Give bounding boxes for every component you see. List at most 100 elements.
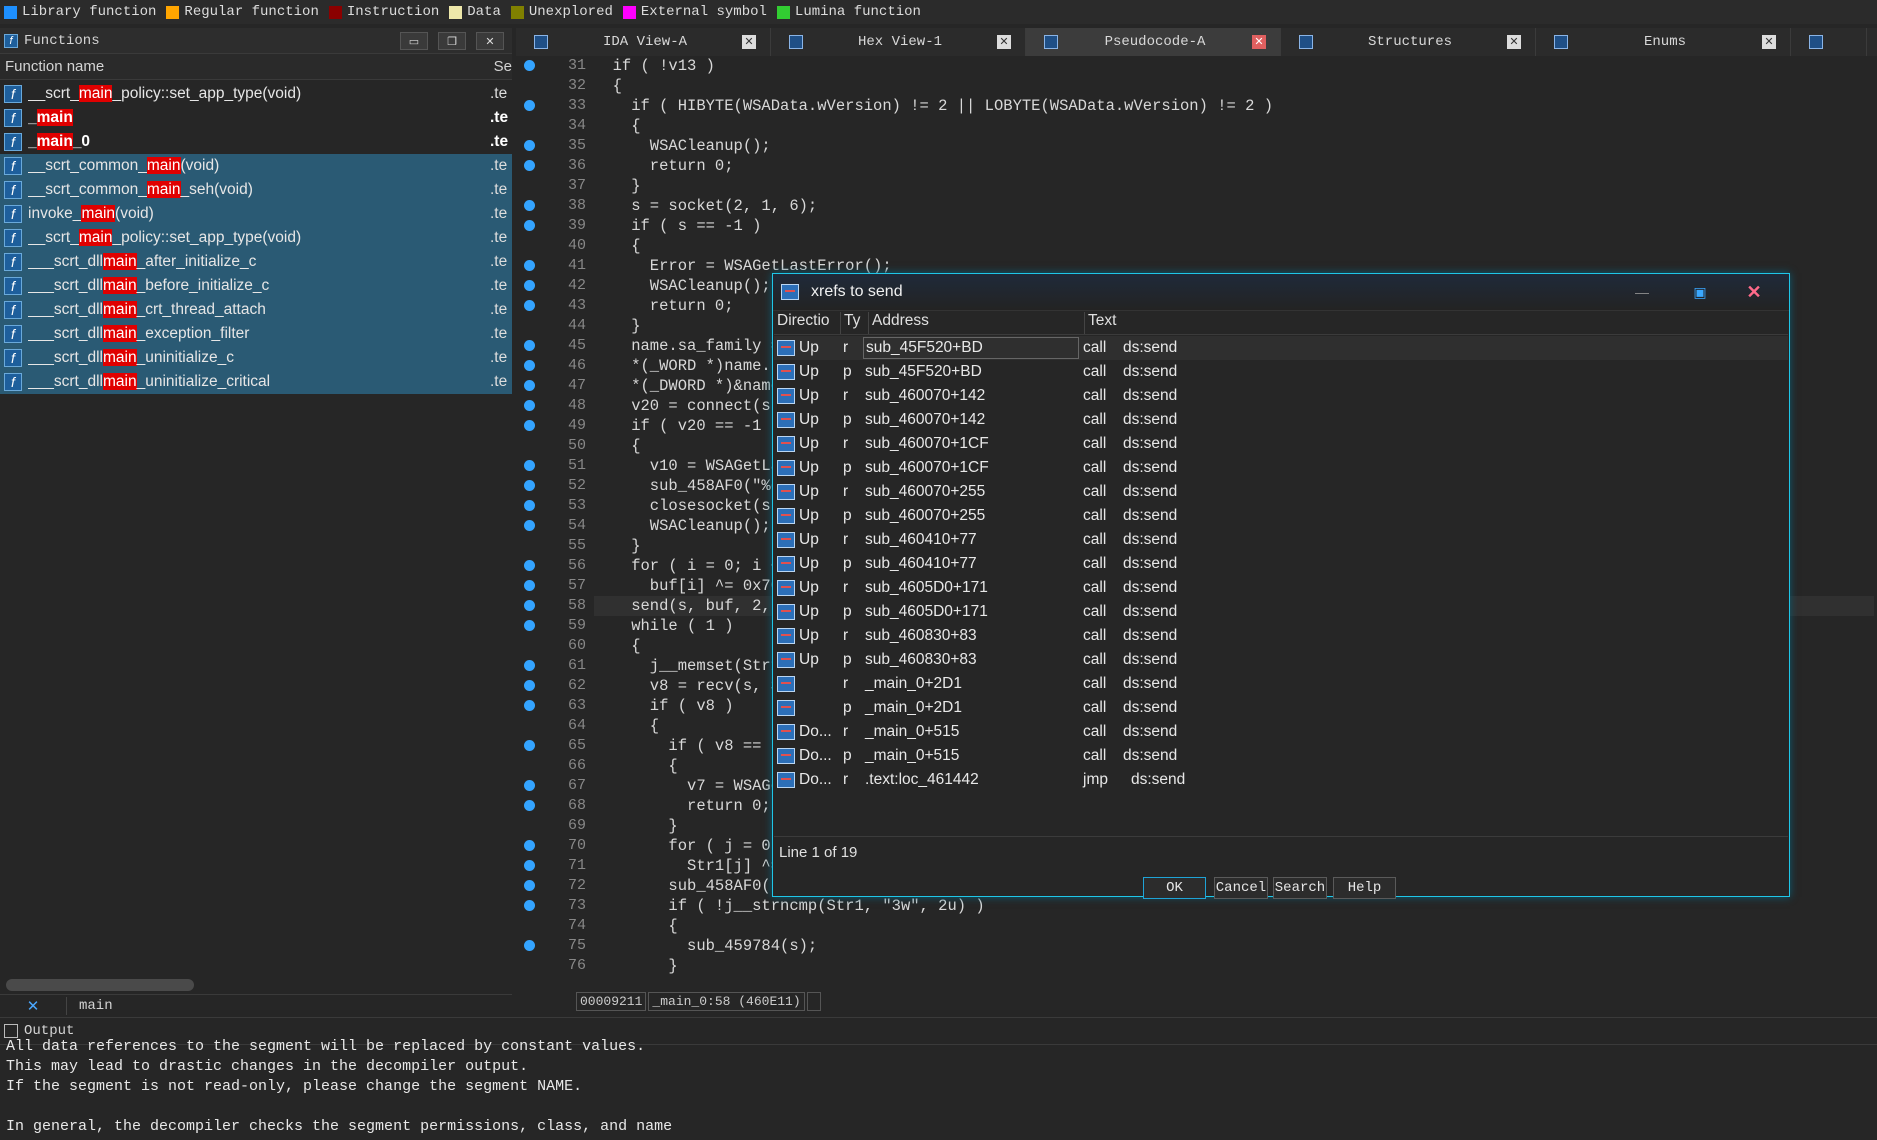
xref-row[interactable]: Up p sub_460410+77 call ds:send	[774, 552, 1788, 576]
tab-close-icon[interactable]: ✕	[1507, 35, 1521, 49]
function-row[interactable]: f _main .te	[0, 106, 512, 130]
function-row[interactable]: f invoke_main(void) .te	[0, 202, 512, 226]
column-direction[interactable]: Directio	[774, 312, 841, 334]
breakpoint-dot[interactable]	[524, 380, 535, 391]
breakpoint-dot[interactable]	[524, 460, 535, 471]
breakpoint-dot[interactable]	[524, 280, 535, 291]
function-row[interactable]: f ___scrt_dllmain_exception_filter .te	[0, 322, 512, 346]
dialog-maximize-button[interactable]: ▣	[1687, 283, 1713, 301]
breakpoint-dot[interactable]	[524, 660, 535, 671]
code-line[interactable]: WSACleanup();	[594, 136, 1874, 156]
clear-filter-icon[interactable]: ✕	[0, 997, 67, 1015]
search-button[interactable]: Search	[1273, 877, 1327, 899]
breakpoint-dot[interactable]	[524, 700, 535, 711]
tab-pseudocode-a[interactable]: Pseudocode-A ✕	[1026, 28, 1281, 56]
breakpoint-dot[interactable]	[524, 480, 535, 491]
breakpoint-dot[interactable]	[524, 740, 535, 751]
tab-enums[interactable]: Enums ✕	[1536, 28, 1791, 56]
breakpoint-dot[interactable]	[524, 860, 535, 871]
xref-row[interactable]: Up p sub_45F520+BD call ds:send	[774, 360, 1788, 384]
function-row[interactable]: f __scrt_common_main_seh(void) .te	[0, 178, 512, 202]
xref-row[interactable]: Up r sub_460070+1CF call ds:send	[774, 432, 1788, 456]
xref-row[interactable]: Up p sub_460070+142 call ds:send	[774, 408, 1788, 432]
close-panel-button[interactable]: ✕	[476, 32, 504, 50]
float-panel-button[interactable]: ❐	[438, 32, 466, 50]
function-row[interactable]: f _main_0 .te	[0, 130, 512, 154]
tab-close-icon[interactable]: ✕	[997, 35, 1011, 49]
xref-row[interactable]: p _main_0+2D1 call ds:send	[774, 696, 1788, 720]
function-row[interactable]: f ___scrt_dllmain_before_initialize_c .te	[0, 274, 512, 298]
xref-row[interactable]: Do... p _main_0+515 call ds:send	[774, 744, 1788, 768]
xref-row[interactable]: Up p sub_4605D0+171 call ds:send	[774, 600, 1788, 624]
function-row[interactable]: f __scrt_common_main(void) .te	[0, 154, 512, 178]
code-line[interactable]: {	[594, 916, 1874, 936]
breakpoint-dot[interactable]	[524, 840, 535, 851]
function-row[interactable]: f ___scrt_dllmain_after_initialize_c .te	[0, 250, 512, 274]
code-line[interactable]: }	[594, 176, 1874, 196]
function-row[interactable]: f ___scrt_dllmain_uninitialize_critical .t…	[0, 370, 512, 394]
xref-row[interactable]: Up r sub_460410+77 call ds:send	[774, 528, 1788, 552]
breakpoint-dot[interactable]	[524, 160, 535, 171]
breakpoint-dot[interactable]	[524, 520, 535, 531]
dialog-minimize-button[interactable]: —	[1629, 283, 1655, 301]
column-text[interactable]: Text	[1085, 312, 1785, 334]
function-row[interactable]: f __scrt_main_policy::set_app_type(void).…	[0, 82, 512, 106]
code-line[interactable]: if ( !j__strncmp(Str1, "3w", 2u) )	[594, 896, 1874, 916]
breakpoint-dot[interactable]	[524, 560, 535, 571]
breakpoint-dot[interactable]	[524, 620, 535, 631]
code-line[interactable]: {	[594, 236, 1874, 256]
xref-row[interactable]: Up r sub_460070+255 call ds:send	[774, 480, 1788, 504]
breakpoint-dot[interactable]	[524, 300, 535, 311]
tab-overflow[interactable]	[1791, 28, 1867, 56]
xref-row[interactable]: Up r sub_45F520+BD call ds:send	[774, 336, 1788, 360]
breakpoint-dot[interactable]	[524, 420, 535, 431]
output-log[interactable]: All data references to the segment will …	[0, 1037, 1877, 1137]
column-function-name[interactable]: Function name	[0, 58, 494, 75]
xref-row[interactable]: r _main_0+2D1 call ds:send	[774, 672, 1788, 696]
xref-row[interactable]: Up p sub_460070+1CF call ds:send	[774, 456, 1788, 480]
tab-close-icon[interactable]: ✕	[1762, 35, 1776, 49]
dialog-titlebar[interactable]: xrefs to send — ▣ ✕	[773, 274, 1789, 311]
xref-row[interactable]: Up p sub_460830+83 call ds:send	[774, 648, 1788, 672]
code-line[interactable]: {	[594, 76, 1874, 96]
breakpoint-dot[interactable]	[524, 260, 535, 271]
breakpoint-dot[interactable]	[524, 360, 535, 371]
help-button[interactable]: Help	[1333, 877, 1396, 899]
breakpoint-dot[interactable]	[524, 340, 535, 351]
xref-row[interactable]: Do... r .text:loc_461442 jmp ds:send	[774, 768, 1788, 792]
tab-hex-view-1[interactable]: Hex View-1 ✕	[771, 28, 1026, 56]
code-line[interactable]: {	[594, 116, 1874, 136]
tab-close-icon[interactable]: ✕	[742, 35, 756, 49]
xref-row[interactable]: Up r sub_460070+142 call ds:send	[774, 384, 1788, 408]
column-type[interactable]: Ty	[841, 312, 869, 334]
breakpoint-dot[interactable]	[524, 880, 535, 891]
xref-row[interactable]: Up r sub_460830+83 call ds:send	[774, 624, 1788, 648]
xref-row[interactable]: Up r sub_4605D0+171 call ds:send	[774, 576, 1788, 600]
breakpoint-dot[interactable]	[524, 900, 535, 911]
function-filter-input[interactable]: main	[67, 998, 113, 1014]
breakpoint-dot[interactable]	[524, 400, 535, 411]
column-segment[interactable]: Se	[494, 58, 512, 75]
tab-structures[interactable]: Structures ✕	[1281, 28, 1536, 56]
breakpoint-dot[interactable]	[524, 600, 535, 611]
dialog-close-button[interactable]: ✕	[1741, 282, 1767, 302]
function-row[interactable]: f ___scrt_dllmain_uninitialize_c .te	[0, 346, 512, 370]
code-line[interactable]: if ( HIBYTE(WSAData.wVersion) != 2 || LO…	[594, 96, 1874, 116]
function-row[interactable]: f __scrt_main_policy::set_app_type(void).…	[0, 226, 512, 250]
function-row[interactable]: f ___scrt_dllmain_crt_thread_attach .te	[0, 298, 512, 322]
ok-button[interactable]: OK	[1143, 877, 1206, 899]
cancel-button[interactable]: Cancel	[1214, 877, 1268, 899]
breakpoint-dot[interactable]	[524, 140, 535, 151]
code-line[interactable]: }	[594, 956, 1874, 976]
breakpoint-dot[interactable]	[524, 940, 535, 951]
code-line[interactable]: return 0;	[594, 156, 1874, 176]
breakpoint-dot[interactable]	[524, 780, 535, 791]
breakpoint-dot[interactable]	[524, 500, 535, 511]
breakpoint-dot[interactable]	[524, 220, 535, 231]
column-address[interactable]: Address	[869, 312, 1085, 334]
breakpoint-dot[interactable]	[524, 100, 535, 111]
minimize-panel-button[interactable]: ▭	[400, 32, 428, 50]
code-line[interactable]: sub_459784(s);	[594, 936, 1874, 956]
breakpoint-dot[interactable]	[524, 580, 535, 591]
tab-ida-view-a[interactable]: IDA View-A ✕	[516, 28, 771, 56]
